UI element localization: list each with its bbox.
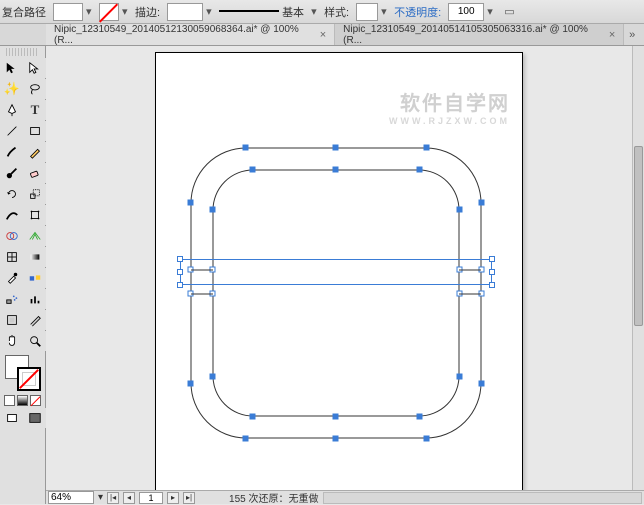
stroke-weight-input[interactable] xyxy=(167,3,203,21)
blob-brush-tool[interactable] xyxy=(1,163,23,183)
symbol-sprayer-tool[interactable] xyxy=(1,289,23,309)
style-label: 样式: xyxy=(324,4,349,20)
free-transform-tool[interactable] xyxy=(24,205,46,225)
tab-title: Nipic_12310549_20140514105305063316.ai* … xyxy=(343,24,605,46)
stroke-swatch[interactable] xyxy=(99,3,119,21)
line-tool[interactable] xyxy=(1,121,23,141)
workspace: 软件自学网 WWW.RJZXW.COM xyxy=(46,46,644,490)
chevron-down-icon[interactable]: ▾ xyxy=(206,5,216,18)
color-mode-row xyxy=(4,395,41,406)
vertical-scrollbar[interactable] xyxy=(632,46,644,490)
lasso-tool[interactable] xyxy=(24,79,46,99)
horizontal-scrollbar[interactable] xyxy=(323,492,643,504)
resize-handle[interactable] xyxy=(177,282,183,288)
stroke-swatch[interactable] xyxy=(17,367,41,391)
close-icon[interactable]: × xyxy=(609,29,615,41)
perspective-grid-tool[interactable] xyxy=(24,226,46,246)
gradient-tool[interactable] xyxy=(24,247,46,267)
resize-handle[interactable] xyxy=(489,282,495,288)
blend-tool[interactable] xyxy=(24,268,46,288)
shape-builder-tool[interactable] xyxy=(1,226,23,246)
watermark: 软件自学网 WWW.RJZXW.COM xyxy=(389,87,510,126)
basic-label: 基本 xyxy=(282,4,304,20)
hand-tool[interactable] xyxy=(1,331,23,351)
direct-selection-tool[interactable] xyxy=(24,58,46,78)
paintbrush-tool[interactable] xyxy=(1,142,23,162)
column-graph-tool[interactable] xyxy=(24,289,46,309)
artboard-tool[interactable] xyxy=(1,310,23,330)
resize-handle[interactable] xyxy=(177,269,183,275)
selection-tool[interactable] xyxy=(1,58,23,78)
control-bar: 复合路径 ▾ ▾ 描边: ▾ 基本 ▾ 样式: ▾ 不透明度: ▾ ▭ xyxy=(0,0,644,24)
document-tab[interactable]: Nipic_12310549_20140514105305063316.ai* … xyxy=(335,24,624,45)
status-bar: ▾ |◂ ◂ ▸ ▸| 155 次还原：无重做 xyxy=(46,490,644,504)
compound-path-shape[interactable] xyxy=(186,143,486,443)
chevron-down-icon[interactable]: ▾ xyxy=(381,5,391,18)
color-mode[interactable] xyxy=(4,395,15,406)
stroke-style-preview[interactable] xyxy=(219,10,279,20)
stroke-label: 描边: xyxy=(135,4,160,20)
rotate-tool[interactable] xyxy=(1,184,23,204)
slice-tool[interactable] xyxy=(24,310,46,330)
scale-tool[interactable] xyxy=(24,184,46,204)
next-page-button[interactable]: ▸ xyxy=(167,492,179,504)
style-dropdown[interactable] xyxy=(356,3,378,21)
tab-overflow-icon[interactable]: » xyxy=(624,29,640,41)
resize-handle[interactable] xyxy=(177,256,183,262)
align-icon[interactable]: ▭ xyxy=(504,5,514,18)
resize-handle[interactable] xyxy=(489,256,495,262)
close-icon[interactable]: × xyxy=(320,29,326,41)
artboard[interactable]: 软件自学网 WWW.RJZXW.COM xyxy=(155,52,523,490)
none-mode[interactable] xyxy=(30,395,41,406)
zoom-tool[interactable] xyxy=(24,331,46,351)
mesh-tool[interactable] xyxy=(1,247,23,267)
last-page-button[interactable]: ▸| xyxy=(183,492,195,504)
width-tool[interactable] xyxy=(1,205,23,225)
type-tool[interactable]: T xyxy=(24,100,46,120)
magic-wand-tool[interactable]: ✨ xyxy=(1,79,23,99)
opacity-input[interactable] xyxy=(448,3,484,21)
resize-handle[interactable] xyxy=(489,269,495,275)
first-page-button[interactable]: |◂ xyxy=(107,492,119,504)
canvas-area[interactable]: 软件自学网 WWW.RJZXW.COM xyxy=(46,46,632,490)
chevron-down-icon[interactable]: ▾ xyxy=(487,5,497,18)
screen-mode-full[interactable] xyxy=(24,408,46,428)
history-status: 155 次还原：无重做 xyxy=(229,490,318,505)
tab-title: Nipic_12310549_20140512130059068364.ai* … xyxy=(54,24,316,46)
artboard-number-input[interactable] xyxy=(139,492,163,504)
document-tab[interactable]: Nipic_12310549_20140512130059068364.ai* … xyxy=(46,24,335,45)
eyedropper-tool[interactable] xyxy=(1,268,23,288)
opacity-label: 不透明度: xyxy=(394,4,441,20)
chevron-down-icon[interactable]: ▾ xyxy=(98,492,103,503)
fill-stroke-picker[interactable] xyxy=(3,355,42,391)
panel-grip[interactable] xyxy=(6,48,39,56)
scrollbar-thumb[interactable] xyxy=(634,146,643,326)
tool-panel: ✨ T xyxy=(0,46,46,504)
gradient-mode[interactable] xyxy=(17,395,28,406)
document-tab-bar: Nipic_12310549_20140512130059068364.ai* … xyxy=(0,24,644,46)
chevron-down-icon[interactable]: ▾ xyxy=(311,5,321,18)
chevron-down-icon[interactable]: ▾ xyxy=(86,5,96,18)
fill-dropdown[interactable] xyxy=(53,3,83,21)
chevron-down-icon[interactable]: ▾ xyxy=(122,5,132,18)
rectangle-tool[interactable] xyxy=(24,121,46,141)
eraser-tool[interactable] xyxy=(24,163,46,183)
object-type-label: 复合路径 xyxy=(2,4,46,20)
pencil-tool[interactable] xyxy=(24,142,46,162)
zoom-level-input[interactable] xyxy=(48,491,94,504)
screen-mode-normal[interactable] xyxy=(1,408,23,428)
tool-grid: ✨ T xyxy=(0,58,45,351)
prev-page-button[interactable]: ◂ xyxy=(123,492,135,504)
pen-tool[interactable] xyxy=(1,100,23,120)
